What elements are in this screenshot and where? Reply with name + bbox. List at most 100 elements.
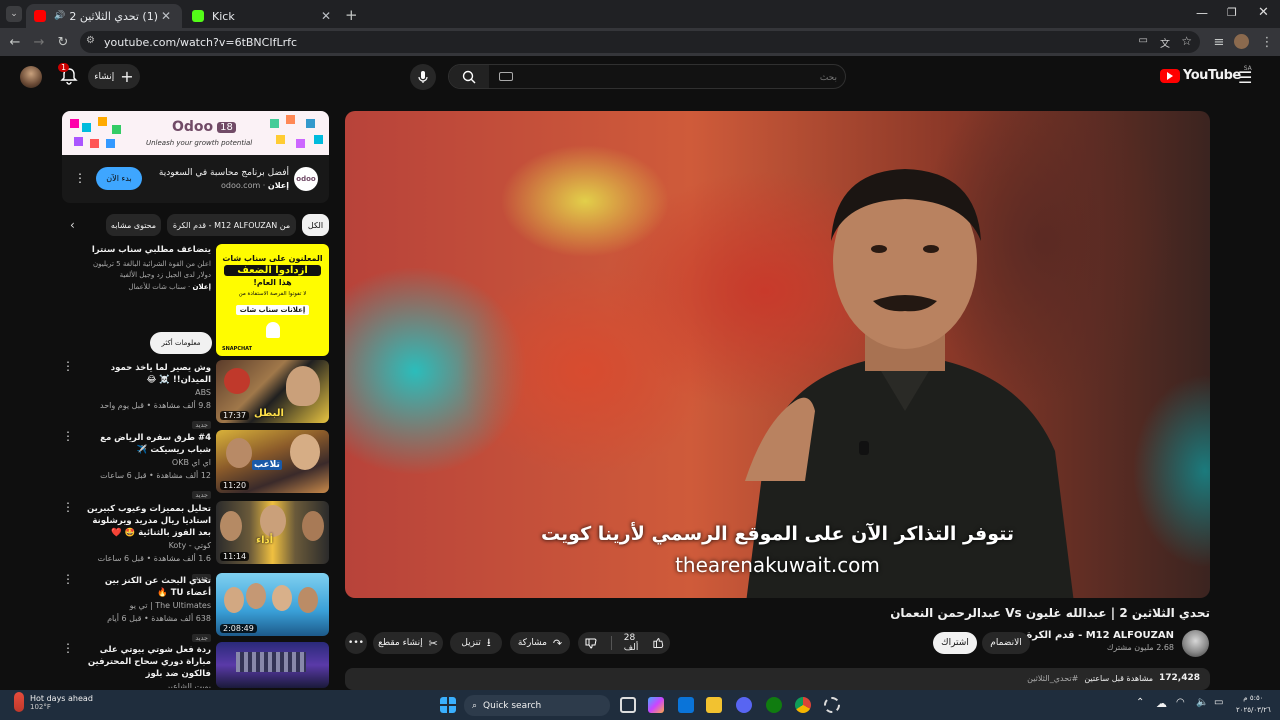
tray-chevron-icon[interactable]: ⌃ — [1136, 697, 1144, 708]
reload-icon[interactable]: ↻ — [54, 33, 72, 51]
view-count-suffix: مشاهدة قبل ساعتين — [1084, 673, 1153, 683]
chip-from-channel[interactable]: من M12 ALFOUZAN - قدم الكرة — [167, 214, 296, 236]
chips-prev-chevron-icon[interactable]: ‹ — [70, 218, 75, 232]
notifications-bell-icon[interactable]: 1 — [58, 63, 78, 85]
video-thumbnail[interactable] — [216, 642, 329, 688]
volume-icon[interactable]: 🔈 — [1196, 697, 1208, 708]
avatar[interactable] — [20, 66, 42, 88]
tab-kick[interactable]: Kick ✕ — [184, 4, 342, 28]
create-label: إنشاء — [94, 71, 115, 82]
download-button[interactable]: تنزيل ⭳ — [450, 632, 502, 654]
clock-time: ٥:٥٠ م — [1243, 694, 1264, 702]
windows-start-icon[interactable] — [440, 697, 456, 713]
store-icon[interactable] — [678, 697, 694, 713]
join-button[interactable]: الانضمام — [982, 632, 1030, 654]
close-icon[interactable]: ✕ — [318, 9, 334, 23]
thumb-text: أداء — [256, 535, 274, 546]
more-options-icon[interactable]: ⋮ — [62, 501, 74, 513]
ad-card[interactable]: Odoo 18 Unleash your growth potential ⋮ … — [62, 111, 329, 203]
reading-list-icon[interactable]: ≡ — [1210, 33, 1228, 51]
share-button[interactable]: مشاركة ↷ — [510, 632, 570, 654]
ad-cta-button[interactable]: بدء الآن — [96, 167, 142, 190]
ad-banner[interactable]: Odoo 18 Unleash your growth potential — [62, 111, 329, 155]
chrome-icon[interactable] — [795, 697, 811, 713]
clip-button[interactable]: إنشاء مقطع ✂ — [373, 632, 443, 654]
list-item[interactable]: تلاعب 11:20 #4 طرق سفره الرياض مع شباب ر… — [62, 430, 329, 499]
discord-icon[interactable] — [736, 697, 752, 713]
maximize-icon[interactable]: ❐ — [1227, 6, 1237, 19]
channel-name: بويت الشاعير — [166, 682, 211, 688]
window-close-icon[interactable]: ✕ — [1258, 5, 1269, 20]
more-options-icon[interactable]: ⋮ — [62, 642, 74, 654]
hamburger-menu-icon[interactable]: ☰ — [1238, 68, 1252, 87]
plus-icon: + — [120, 67, 134, 86]
translate-icon[interactable]: 文 — [1160, 35, 1170, 50]
chip-all[interactable]: الكل — [302, 214, 329, 236]
list-item[interactable]: أداء 11:14 تحليل بمميزات وعيوب كبيرين اس… — [62, 501, 329, 582]
dislike-button[interactable] — [578, 637, 605, 649]
file-explorer-icon[interactable] — [706, 697, 722, 713]
thumb-text: هذا العام! — [253, 278, 292, 287]
like-button[interactable]: 28 ألف — [618, 633, 670, 653]
onedrive-icon[interactable]: ☁ — [1156, 697, 1167, 710]
tab-search-button[interactable]: ⌄ — [6, 6, 22, 22]
keyboard-icon[interactable] — [499, 72, 513, 81]
search-button[interactable] — [449, 65, 489, 88]
video-thumbnail[interactable]: تلاعب 11:20 — [216, 430, 329, 493]
cast-icon[interactable]: ▭ — [1139, 35, 1148, 46]
more-options-icon[interactable]: ⋮ — [62, 430, 74, 442]
close-icon[interactable]: ✕ — [158, 9, 174, 23]
channel-avatar[interactable] — [1182, 630, 1209, 657]
description-box[interactable]: 172,428 مشاهدة قبل ساعتين #تحدي_الثلاثين — [345, 668, 1210, 690]
weather-widget[interactable]: Hot days ahead 102°F — [14, 692, 93, 712]
battery-icon[interactable]: ▭ — [1214, 697, 1223, 708]
app-tiles-decoration-right — [266, 115, 326, 151]
more-options-icon[interactable]: ⋮ — [62, 360, 74, 372]
settings-gear-icon[interactable] — [824, 697, 840, 713]
thumb-text: المعلنون على سناب شات — [222, 254, 323, 263]
hashtag-link[interactable]: #تحدي_الثلاثين — [1027, 674, 1078, 683]
new-tab-plus-icon[interactable]: + — [345, 6, 358, 24]
chip-label: محتوى مشابه — [110, 220, 157, 230]
site-info-icon[interactable]: ⚙ — [86, 35, 95, 46]
scissors-icon: ✂ — [428, 636, 438, 650]
xbox-icon[interactable] — [766, 697, 782, 713]
subscribe-button[interactable]: اشتراك — [933, 632, 977, 654]
create-button[interactable]: إنشاء + — [88, 64, 140, 89]
list-item[interactable]: ردة فعل شوتي بيوتي على مباراة دوري سحاح … — [62, 642, 329, 688]
taskbar-search[interactable]: ⌕ Quick search — [464, 695, 610, 716]
video-thumbnail[interactable]: البطل 17:37 — [216, 360, 329, 423]
list-item[interactable]: 2:08:49 تحدي البحث عن الكنز بين أعضاء TU… — [62, 573, 329, 642]
browser-menu-icon[interactable]: ⋮ — [1258, 33, 1276, 51]
more-actions-button[interactable]: ••• — [345, 632, 367, 654]
view-count: 12 ألف مشاهدة • قبل 6 ساعات — [100, 471, 211, 480]
voice-search-button[interactable] — [410, 64, 436, 90]
video-thumbnail[interactable]: 2:08:49 — [216, 573, 329, 636]
tab-youtube[interactable]: 🔊 (1) تحدي الثلاثين 2 | عبدالله غ ✕ — [26, 4, 182, 28]
more-options-icon[interactable]: ⋮ — [62, 573, 74, 585]
download-label: تنزيل — [461, 638, 481, 648]
address-bar[interactable]: ⚙ youtube.com/watch?v=6tBNCIfLrfc ▭ 文 ☆ — [80, 31, 1200, 53]
minimize-icon[interactable]: — — [1196, 6, 1208, 20]
ad-options-kebab-icon[interactable]: ⋮ — [74, 171, 86, 185]
clock[interactable]: ٥:٥٠ م ٢٠٢٥/٠٣/٢٦ — [1236, 692, 1271, 716]
wifi-icon[interactable]: ◠ — [1176, 697, 1185, 708]
task-view-icon[interactable] — [620, 697, 636, 713]
forward-arrow-icon[interactable]: → — [30, 33, 48, 51]
bookmark-star-icon[interactable]: ☆ — [1181, 34, 1192, 48]
channel-name[interactable]: M12 ALFOUZAN - قدم الكرة — [1026, 630, 1174, 641]
list-item[interactable]: البطل 17:37 وش يصير لما ياخذ حمود الميدا… — [62, 360, 329, 429]
video-player[interactable]: تتوفر التذاكر الآن على الموقع الرسمي لأر… — [345, 111, 1210, 598]
more-info-label: معلومات أكثر — [161, 339, 201, 347]
copilot-icon[interactable] — [648, 697, 664, 713]
video-thumbnail[interactable]: أداء 11:14 — [216, 501, 329, 564]
promo-card[interactable]: المعلنون على سناب شات ازدادوا الضعف هذا … — [62, 244, 329, 356]
search-input[interactable] — [537, 68, 837, 85]
promo-more-info-button[interactable]: معلومات أكثر — [150, 332, 212, 354]
chip-related[interactable]: محتوى مشابه — [106, 214, 161, 236]
promo-thumbnail[interactable]: المعلنون على سناب شات ازدادوا الضعف هذا … — [216, 244, 329, 356]
profile-avatar[interactable] — [1234, 34, 1249, 49]
search-box[interactable] — [448, 64, 846, 89]
odoo-logo: Odoo — [172, 119, 214, 135]
back-arrow-icon[interactable]: ← — [6, 33, 24, 51]
